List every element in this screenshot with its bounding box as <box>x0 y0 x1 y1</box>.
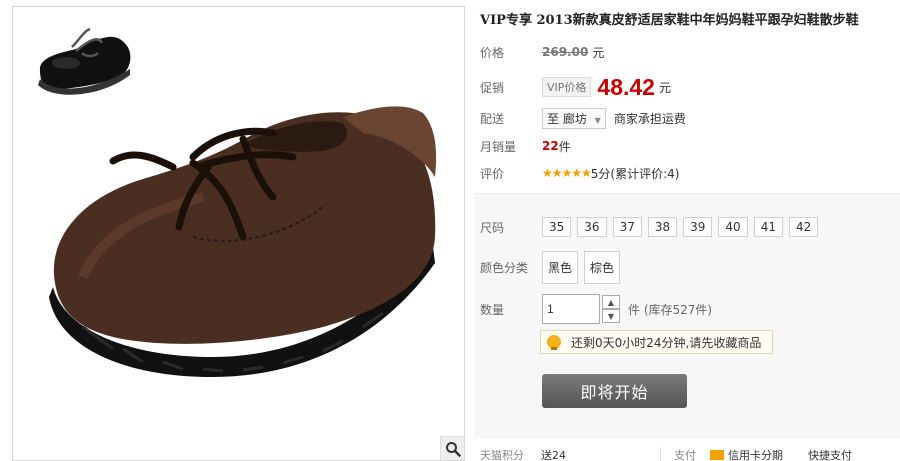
promo-price: 48.42 <box>597 73 655 100</box>
zoom-button[interactable] <box>440 436 464 460</box>
size-option[interactable]: 36 <box>577 217 607 237</box>
quantity-input[interactable] <box>542 294 600 324</box>
price-label: 价格 <box>480 45 505 60</box>
rating-text[interactable]: 5分(累计评价:4) <box>591 165 680 182</box>
ship-location-value: 至 廊坊 <box>547 111 587 126</box>
size-option[interactable]: 39 <box>683 217 713 237</box>
credit-card-icon <box>710 450 724 460</box>
size-row: 尺码 35 36 37 38 39 40 41 42 <box>480 216 824 238</box>
size-label: 尺码 <box>480 220 505 235</box>
monthly-sales-unit: 件 <box>558 139 571 154</box>
countdown-notice: 还剩0天0小时24分钟,请先收藏商品 <box>540 330 773 354</box>
color-row: 颜色分类 黑色 棕色 <box>480 250 626 284</box>
color-option-black[interactable]: 黑色 <box>542 250 579 284</box>
rating-label: 评价 <box>480 166 505 181</box>
chevron-down-icon[interactable]: ▼ <box>602 309 620 323</box>
countdown-text: 还剩0天0小时24分钟,请先收藏商品 <box>571 335 762 350</box>
quantity-label: 数量 <box>480 302 505 317</box>
rating-stars: ★★★★★ <box>542 166 592 180</box>
pay-label: 支付 <box>674 449 696 461</box>
promo-label: 促销 <box>480 80 505 95</box>
size-option[interactable]: 35 <box>542 217 572 237</box>
shipping-row: 配送 至 廊坊 ▼ 商家承担运费 <box>480 107 686 129</box>
color-label: 颜色分类 <box>480 260 529 275</box>
quick-pay[interactable]: 快捷支付 <box>808 447 852 461</box>
coming-soon-button[interactable]: 即将开始 <box>542 374 687 408</box>
points-value: 送24 <box>541 449 566 461</box>
monthly-sales-value: 22 <box>542 139 559 153</box>
size-option[interactable]: 42 <box>788 217 819 237</box>
rating-row: 评价 ★★★★★ 5分(累计评价:4) <box>480 162 679 184</box>
promo-price-unit: 元 <box>658 80 671 95</box>
product-main-image[interactable] <box>43 87 443 377</box>
price-unit: 元 <box>592 45 605 60</box>
chevron-up-icon[interactable]: ▲ <box>602 295 620 309</box>
purchase-options: 尺码 35 36 37 38 39 40 41 42 颜色分类 黑色 棕色 数量… <box>474 193 900 439</box>
stock-text: 件 (库存527件) <box>628 302 713 317</box>
size-option[interactable]: 38 <box>647 217 678 237</box>
magnifier-icon <box>445 441 461 457</box>
monthly-sales-row: 月销量 22 件 <box>480 135 571 157</box>
size-option[interactable]: 41 <box>753 217 783 237</box>
footer-divider <box>660 447 661 461</box>
product-info-panel: VIP专享 2013新款真皮舒适居家鞋中年妈妈鞋平跟孕妇鞋散步鞋 价格 269.… <box>474 0 900 461</box>
quantity-row: 数量 ▲ ▼ 件 (库存527件) <box>480 292 712 326</box>
size-option[interactable]: 37 <box>612 217 642 237</box>
promo-row: 促销 VIP价格 48.42 元 <box>480 73 671 100</box>
quantity-stepper[interactable]: ▲ ▼ <box>602 295 620 323</box>
shipping-label: 配送 <box>480 111 505 126</box>
credit-card-installment[interactable]: 信用卡分期 <box>728 447 783 461</box>
color-option-brown[interactable]: 棕色 <box>584 250 621 284</box>
monthly-sales-label: 月销量 <box>480 139 517 154</box>
points-label: 天猫积分 <box>480 449 524 461</box>
product-gallery <box>12 6 465 461</box>
triangle-down-icon: ▼ <box>594 115 601 125</box>
size-option[interactable]: 40 <box>718 217 748 237</box>
price-row: 价格 269.00 元 <box>480 41 604 63</box>
vip-price-tag: VIP价格 <box>542 77 592 97</box>
lightbulb-icon <box>547 335 561 350</box>
shipping-note: 商家承担运费 <box>613 111 686 126</box>
product-title: VIP专享 2013新款真皮舒适居家鞋中年妈妈鞋平跟孕妇鞋散步鞋 <box>480 13 859 28</box>
original-price: 269.00 <box>542 45 589 59</box>
ship-location-select[interactable]: 至 廊坊 ▼ <box>542 107 606 129</box>
